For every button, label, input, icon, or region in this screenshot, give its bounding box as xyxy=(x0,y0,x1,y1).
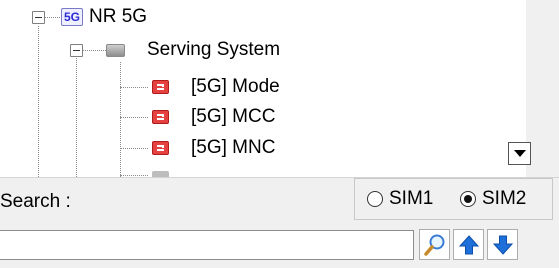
tree-node-label[interactable]: [5G] Mode xyxy=(191,76,280,98)
next-result-button[interactable] xyxy=(487,229,518,260)
tree-guide-line xyxy=(120,62,121,177)
tree-guide-line xyxy=(120,87,148,88)
sim2-label[interactable]: SIM2 xyxy=(482,188,526,210)
tree-guide-line xyxy=(76,58,77,177)
scroll-down-button[interactable] xyxy=(508,142,531,165)
search-button[interactable] xyxy=(419,229,450,260)
tree-guide-line xyxy=(120,148,148,149)
tree-view[interactable]: 5G NR 5G Serving System [5G] Mode [5G] M… xyxy=(0,0,526,177)
tree-node-label[interactable]: NR 5G xyxy=(89,6,147,28)
arrow-up-icon xyxy=(458,235,480,255)
arrow-down-icon xyxy=(492,235,514,255)
tree-guide-line xyxy=(120,117,148,118)
tree-node-label[interactable]: [5G] MCC xyxy=(191,106,275,128)
search-bar: Search : SIM1 SIM2 xyxy=(0,177,559,268)
sim-selector: SIM1 SIM2 xyxy=(354,178,553,220)
tree-node-label[interactable]: [5G] MNC xyxy=(191,137,275,159)
collapse-toggle-icon[interactable] xyxy=(70,44,83,57)
sim2-radio[interactable] xyxy=(460,191,476,207)
tree-node-label[interactable]: Serving System xyxy=(147,39,280,61)
previous-result-button[interactable] xyxy=(453,229,484,260)
tree-guide-line xyxy=(38,26,39,177)
tree-guide-line xyxy=(120,175,148,176)
5g-icon: 5G xyxy=(61,8,83,26)
sim1-radio[interactable] xyxy=(367,191,383,207)
item-icon xyxy=(152,80,169,94)
folder-icon xyxy=(106,44,125,57)
collapse-toggle-icon[interactable] xyxy=(32,11,45,24)
search-label: Search : xyxy=(0,191,71,212)
tree-guide-line xyxy=(44,17,60,18)
item-icon xyxy=(152,141,169,155)
item-icon xyxy=(152,110,169,124)
search-icon xyxy=(424,234,445,256)
search-input[interactable] xyxy=(0,230,414,260)
tree-guide-line xyxy=(82,50,106,51)
sim1-label[interactable]: SIM1 xyxy=(389,188,433,210)
